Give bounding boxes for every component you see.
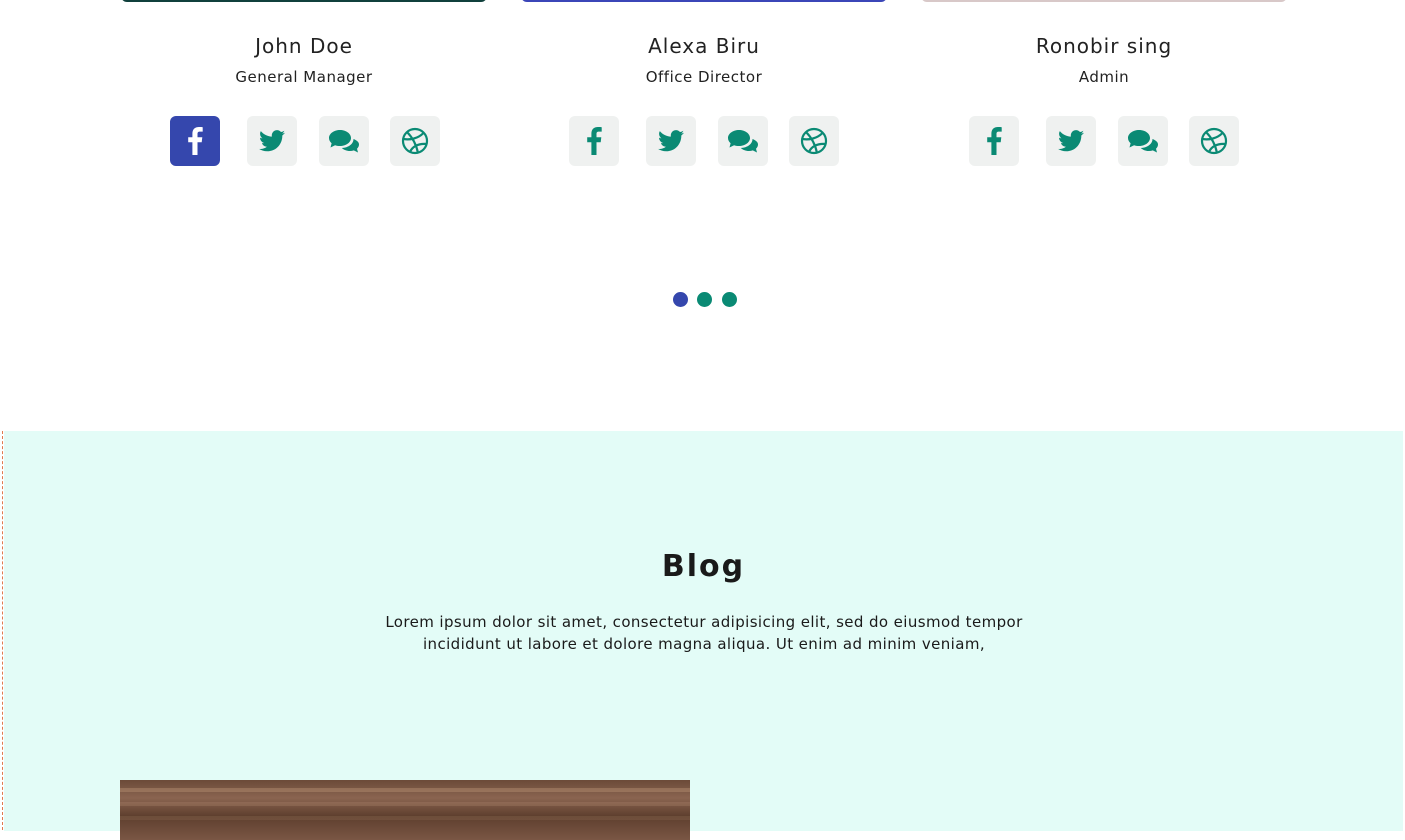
twitter-button[interactable] <box>646 116 696 166</box>
member-photo <box>521 0 887 2</box>
facebook-button[interactable] <box>969 116 1019 166</box>
chat-button[interactable] <box>319 116 369 166</box>
member-name: Alexa Biru <box>648 34 760 58</box>
twitter-icon <box>1058 130 1084 152</box>
blog-title: Blog <box>661 549 746 584</box>
chat-icon <box>728 130 758 153</box>
blog-description-line-2: incididunt ut labore et dolore magna ali… <box>422 635 986 653</box>
facebook-button[interactable] <box>170 116 220 166</box>
blog-section: Blog Lorem ipsum dolor sit amet, consect… <box>4 431 1403 840</box>
team-section: John Doe General Manager Alexa Biru Offi… <box>0 0 1405 431</box>
carousel-dot-3[interactable] <box>722 292 737 307</box>
carousel-dot-2[interactable] <box>697 292 712 307</box>
member-photo <box>921 0 1287 2</box>
carousel-dot-1[interactable] <box>673 292 688 307</box>
twitter-icon <box>259 130 285 152</box>
wood-grain <box>120 816 690 820</box>
dribbble-icon <box>401 127 429 155</box>
blog-post-image[interactable] <box>120 780 690 840</box>
member-name: Ronobir sing <box>1035 34 1173 58</box>
twitter-icon <box>658 130 684 152</box>
dribbble-button[interactable] <box>789 116 839 166</box>
facebook-icon <box>188 127 203 155</box>
twitter-button[interactable] <box>1046 116 1096 166</box>
dribbble-button[interactable] <box>1189 116 1239 166</box>
dribbble-icon <box>800 127 828 155</box>
chat-button[interactable] <box>1118 116 1168 166</box>
facebook-icon <box>587 127 602 155</box>
dribbble-button[interactable] <box>390 116 440 166</box>
blog-description-line-1: Lorem ipsum dolor sit amet, consectetur … <box>385 613 1023 631</box>
carousel-dots <box>0 292 1405 307</box>
wood-grain <box>120 788 690 792</box>
twitter-button[interactable] <box>247 116 297 166</box>
member-name: John Doe <box>255 34 353 58</box>
facebook-button[interactable] <box>569 116 619 166</box>
member-role: Office Director <box>645 68 763 86</box>
chat-icon <box>1128 130 1158 153</box>
blog-description: Lorem ipsum dolor sit amet, consectetur … <box>354 611 1054 655</box>
chat-button[interactable] <box>718 116 768 166</box>
wood-grain <box>120 802 690 806</box>
facebook-icon <box>987 127 1002 155</box>
chat-icon <box>329 130 359 153</box>
member-role: General Manager <box>235 68 373 86</box>
member-role: Admin <box>1078 68 1130 86</box>
member-photo <box>121 0 487 2</box>
dribbble-icon <box>1200 127 1228 155</box>
